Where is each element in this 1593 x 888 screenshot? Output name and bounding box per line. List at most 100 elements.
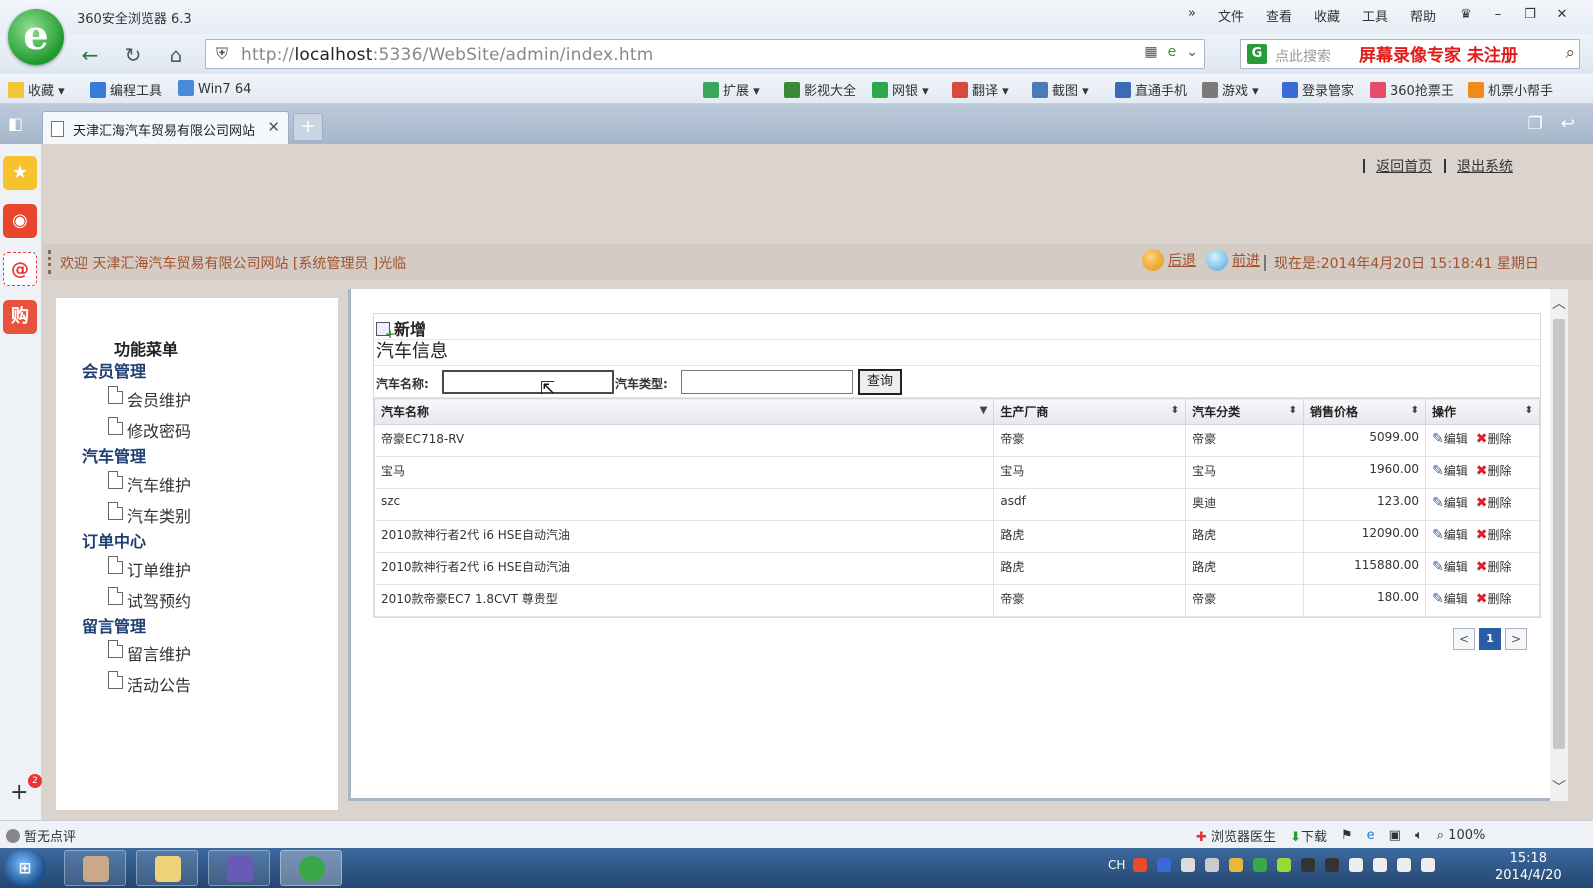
favorites-star-icon[interactable]: ★ [3, 156, 37, 190]
fav-ticket[interactable]: 360抢票王 [1370, 80, 1454, 99]
scroll-down-icon[interactable]: ﹀ [1552, 777, 1566, 797]
taskbar-app-vs[interactable] [208, 850, 270, 886]
back-link[interactable]: 后退 [1142, 249, 1196, 271]
fav-video[interactable]: 影视大全 [784, 80, 856, 99]
menu-item-message-maintain[interactable]: 留言维护 [108, 640, 191, 665]
fav-win7[interactable]: Win7 64 [178, 80, 251, 97]
edit-button[interactable]: ✎编辑 [1432, 431, 1468, 447]
plus-icon[interactable] [1277, 858, 1292, 872]
menu-item-car-maintain[interactable]: 汽车维护 [108, 471, 191, 496]
window-icon[interactable]: ▣ [1389, 828, 1401, 843]
col-price[interactable]: 销售价格 ⬍ [1303, 398, 1426, 425]
clock[interactable]: 15:18 2014/4/20 [1495, 850, 1562, 884]
menu-tools[interactable]: 工具 [1362, 6, 1388, 25]
fav-extensions[interactable]: 扩展 ▾ [703, 80, 760, 99]
new-tab-button[interactable]: + [293, 113, 323, 141]
delete-button[interactable]: ✖删除 [1476, 559, 1512, 575]
menu-favorites[interactable]: 收藏 [1314, 6, 1340, 25]
ie-mode-icon[interactable]: e [1168, 44, 1177, 60]
table-row[interactable]: szc asdf 奥迪 123.00 ✎编辑 ✖删除 [373, 488, 1541, 521]
restore-button[interactable]: ❐ [1514, 4, 1546, 26]
start-button[interactable]: ⊞ [4, 850, 46, 886]
menu-group-message[interactable]: 留言管理 [82, 613, 146, 637]
qq-icon[interactable] [1301, 858, 1316, 872]
forward-link[interactable]: 前进 [1206, 249, 1260, 271]
table-row[interactable]: 帝豪EC718-RV 帝豪 帝豪 5099.00 ✎编辑 ✖删除 [373, 424, 1541, 457]
delete-button[interactable]: ✖删除 [1476, 495, 1512, 511]
input-language[interactable]: CH [1108, 858, 1125, 872]
car-name-input[interactable] [442, 370, 614, 394]
delete-button[interactable]: ✖删除 [1476, 591, 1512, 607]
360-guard-icon[interactable] [1229, 858, 1244, 872]
search-box[interactable]: G 点此搜索 屏幕录像专家 未注册 ⌕ [1240, 39, 1580, 69]
scroll-up-icon[interactable]: ︿ [1552, 293, 1566, 313]
expand-icon[interactable]: » [1188, 6, 1196, 25]
fav-flight[interactable]: 机票小帮手 [1468, 80, 1553, 99]
fav-translate[interactable]: 翻译 ▾ [952, 80, 1009, 99]
fav-bank[interactable]: 网银 ▾ [872, 80, 929, 99]
scroll-thumb[interactable] [1553, 319, 1565, 749]
edit-button[interactable]: ✎编辑 [1432, 463, 1468, 479]
menu-file[interactable]: 文件 [1218, 6, 1244, 25]
fav-games[interactable]: 游戏 ▾ [1202, 80, 1259, 99]
flag-icon[interactable] [1349, 858, 1364, 872]
add-button[interactable]: 新增 [376, 316, 426, 341]
edit-button[interactable]: ✎编辑 [1432, 591, 1468, 607]
menu-group-car[interactable]: 汽车管理 [82, 443, 146, 467]
minimize-button[interactable]: – [1482, 4, 1514, 26]
add-sidebar-icon[interactable]: + [10, 780, 28, 805]
table-row[interactable]: 2010款神行者2代 i6 HSE自动汽油 路虎 路虎 12090.00 ✎编辑… [373, 520, 1541, 553]
menu-group-member[interactable]: 会员管理 [82, 358, 146, 382]
back-arrow-icon[interactable]: ← [74, 40, 106, 70]
undo-close-icon[interactable]: ↩ [1561, 114, 1575, 134]
qq-icon[interactable] [1325, 858, 1340, 872]
zoom-control[interactable]: ⌕ 100% [1437, 828, 1486, 843]
edit-button[interactable]: ✎编辑 [1432, 527, 1468, 543]
col-actions[interactable]: 操作 ⬍ [1424, 398, 1541, 425]
shield-icon[interactable] [1253, 858, 1268, 872]
prev-page-button[interactable]: < [1453, 628, 1475, 650]
search-engine-icon[interactable]: G [1247, 44, 1267, 64]
device-icon[interactable] [1373, 858, 1388, 872]
rating-status[interactable]: 暂无点评 [6, 826, 76, 845]
url-text[interactable]: http://localhost:5336/WebSite/admin/inde… [241, 45, 653, 65]
taskbar-app-explorer[interactable] [136, 850, 198, 886]
fav-screenshot[interactable]: 截图 ▾ [1032, 80, 1089, 99]
delete-button[interactable]: ✖删除 [1476, 463, 1512, 479]
mail-icon[interactable]: @ [3, 252, 37, 286]
logout-link[interactable]: 退出系统 [1457, 159, 1513, 175]
edit-button[interactable]: ✎编辑 [1432, 559, 1468, 575]
search-icon[interactable]: ⌕ [1565, 43, 1575, 63]
menu-item-member-maintain[interactable]: 会员维护 [108, 386, 191, 411]
fav-collect[interactable]: 收藏 ▾ [8, 80, 65, 99]
home-icon[interactable]: ⌂ [160, 40, 192, 70]
menu-help[interactable]: 帮助 [1410, 6, 1436, 25]
sogou-icon[interactable] [1133, 858, 1148, 872]
query-button[interactable]: 查询 [858, 369, 902, 395]
fav-programming-tools[interactable]: 编程工具 [90, 80, 162, 99]
window-list-icon[interactable]: ❐ [1528, 114, 1543, 134]
speaker-icon[interactable]: 🔈︎ [1415, 828, 1423, 843]
show-hidden-icon[interactable] [1205, 858, 1220, 872]
home-link[interactable]: 返回首页 [1376, 159, 1432, 175]
edit-button[interactable]: ✎编辑 [1432, 495, 1468, 511]
signal-icon[interactable] [1397, 858, 1412, 872]
address-bar[interactable]: ⛨ http://localhost:5336/WebSite/admin/in… [205, 39, 1205, 69]
tab-close-icon[interactable]: ✕ [267, 118, 280, 136]
volume-icon[interactable] [1421, 858, 1436, 872]
page-1-button[interactable]: 1 [1479, 628, 1501, 650]
help-icon[interactable] [1157, 858, 1172, 872]
table-row[interactable]: 2010款神行者2代 i6 HSE自动汽油 路虎 路虎 115880.00 ✎编… [373, 552, 1541, 585]
shopping-icon[interactable]: 购 [3, 300, 37, 334]
table-row[interactable]: 宝马 宝马 宝马 1960.00 ✎编辑 ✖删除 [373, 456, 1541, 489]
col-maker[interactable]: 生产厂商 ⬍ [993, 398, 1187, 425]
menu-group-order[interactable]: 订单中心 [82, 528, 146, 552]
delete-button[interactable]: ✖删除 [1476, 527, 1512, 543]
weibo-icon[interactable]: ◉ [3, 204, 37, 238]
menu-item-car-category[interactable]: 汽车类别 [108, 502, 191, 527]
fav-phone[interactable]: 直通手机 [1115, 80, 1187, 99]
col-car-name[interactable]: 汽车名称 ▼ [373, 398, 995, 425]
taskbar-app-browser[interactable] [280, 850, 342, 886]
close-button[interactable]: ✕ [1546, 4, 1578, 26]
skin-icon[interactable]: ♛ [1450, 4, 1482, 26]
